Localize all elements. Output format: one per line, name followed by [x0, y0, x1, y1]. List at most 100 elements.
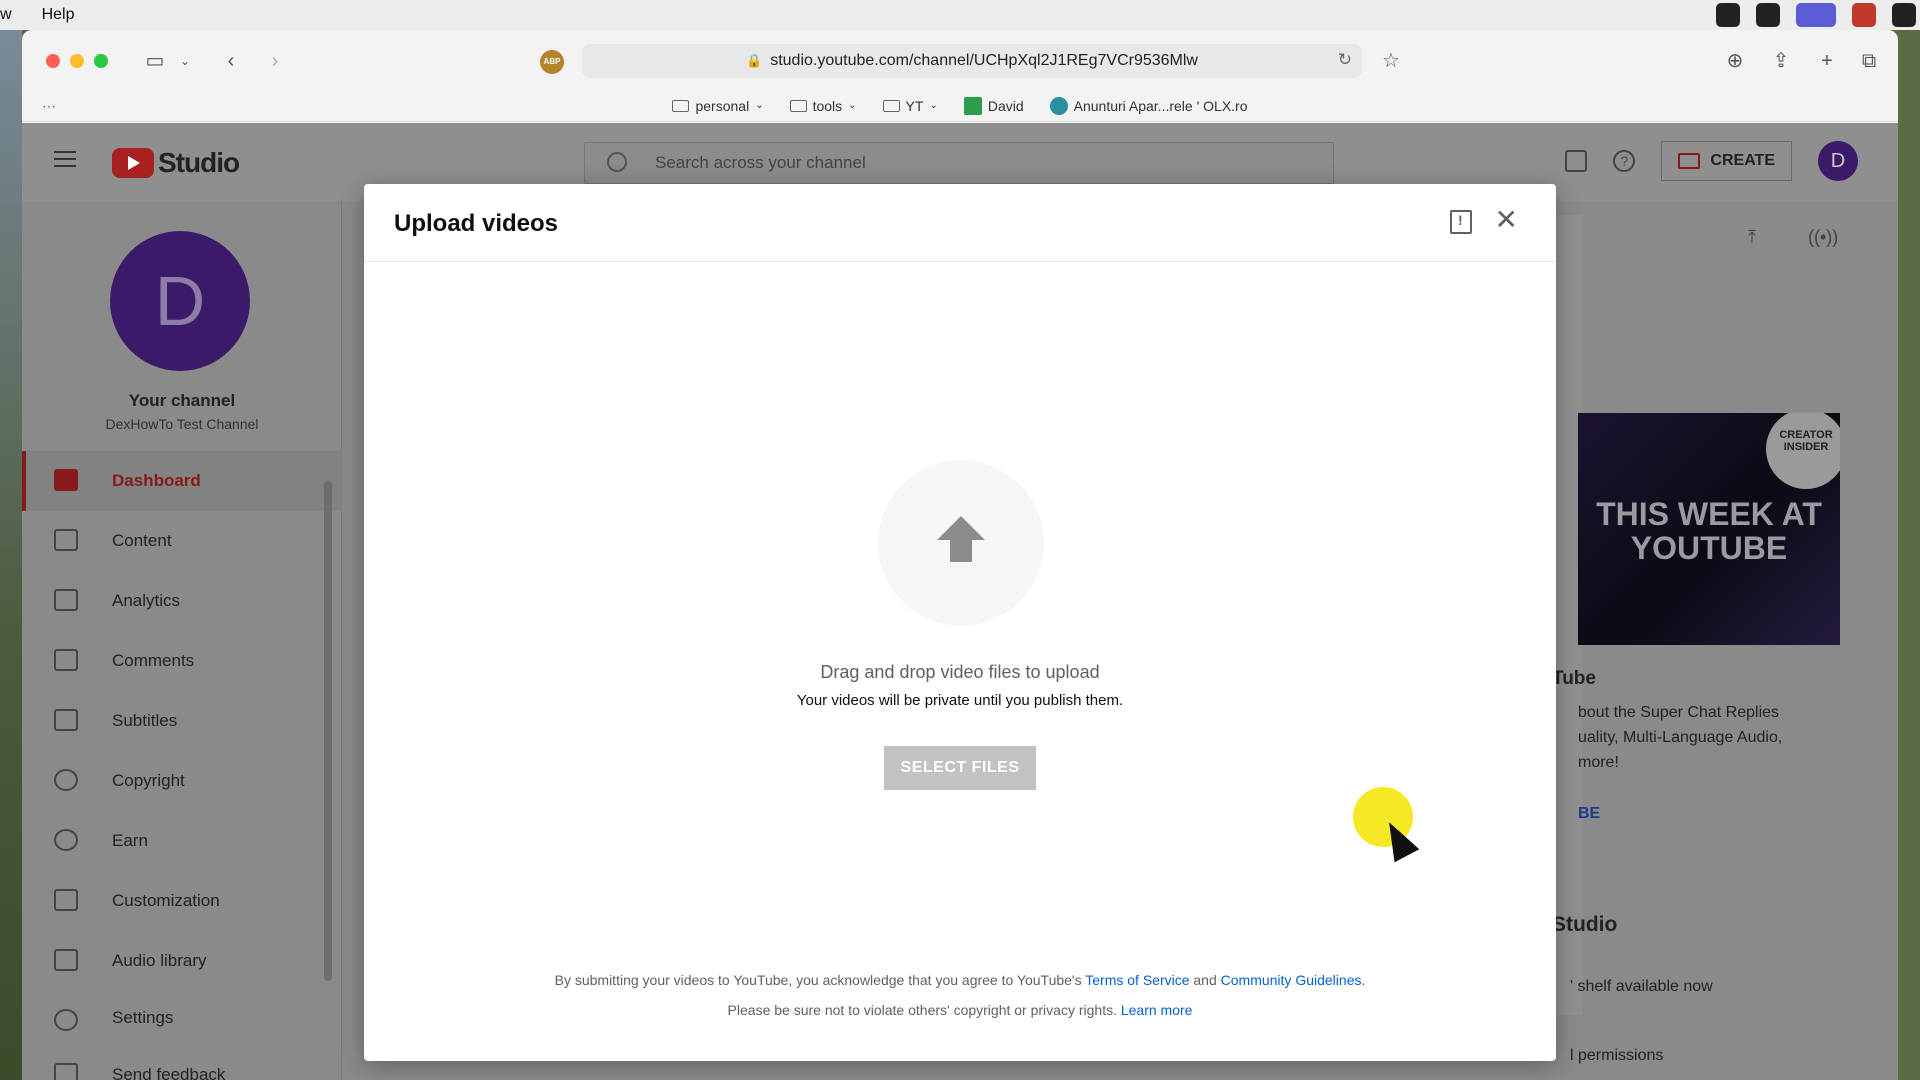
tray-record-icon[interactable]	[1852, 3, 1876, 27]
dialog-title: Upload videos	[394, 210, 559, 237]
upload-arrow-stem	[950, 540, 972, 562]
upload-videos-dialog: Upload videos ✕ Drag and drop video file…	[364, 184, 1556, 1061]
address-bar[interactable]: 🔒 studio.youtube.com/channel/UCHpXql2J1R…	[582, 44, 1362, 78]
new-tab-icon[interactable]: +	[1814, 48, 1840, 74]
creator-insider-badge: CREATOR INSIDER	[1766, 413, 1840, 489]
search-icon	[607, 152, 627, 172]
channel-name: DexHowTo Test Channel	[105, 416, 259, 432]
share-icon[interactable]: ⇪	[1768, 48, 1794, 74]
browser-toolbar: ▭ ⌄ ‹ › ABP 🔒 studio.youtube.com/channel…	[22, 30, 1898, 90]
create-video-icon	[1678, 153, 1701, 169]
dialog-header: Upload videos ✕	[364, 184, 1556, 262]
copyright-notice: Please be sure not to violate others' co…	[727, 1002, 1193, 1018]
comments-icon	[54, 649, 78, 671]
close-window-button[interactable]	[46, 54, 60, 68]
your-channel-label: Your channel	[128, 391, 236, 410]
sidebar-item-analytics[interactable]: Analytics	[22, 571, 342, 631]
forward-icon[interactable]: ›	[262, 48, 288, 74]
apps-grid-icon[interactable]: ⋯	[42, 98, 56, 115]
card-text-2: uality, Multi-Language Audio,	[1578, 729, 1783, 746]
content-icon	[54, 529, 78, 551]
downloads-icon[interactable]: ⊕	[1722, 48, 1748, 74]
sidebar-item-send-feedback[interactable]: Send feedback	[22, 1045, 342, 1080]
chevron-down-icon[interactable]: ⌄	[172, 48, 198, 74]
sidebar-item-audio-library[interactable]: Audio library	[22, 931, 342, 991]
spreadsheet-icon	[963, 96, 982, 115]
channel-avatar[interactable]: D	[110, 231, 250, 371]
close-icon[interactable]: ✕	[1495, 206, 1518, 234]
sidebar-item-copyright[interactable]: Copyright	[22, 751, 342, 811]
chevron-down-icon: ⌄	[755, 100, 764, 111]
bookmark-folder-tools[interactable]: tools ⌄	[789, 98, 857, 114]
bookmark-star-icon[interactable]: ☆	[1378, 48, 1404, 74]
help-icon[interactable]: ?	[1613, 150, 1636, 172]
dashboard-icon	[54, 469, 78, 491]
sidebar-item-customization[interactable]: Customization	[22, 871, 342, 931]
messages-icon[interactable]	[1565, 150, 1588, 172]
menu-item-help[interactable]: Help	[42, 6, 75, 24]
sidebar-item-dashboard[interactable]: Dashboard	[22, 451, 342, 511]
account-avatar[interactable]: D	[1818, 141, 1858, 181]
mac-menubar: w Help	[0, 0, 1920, 30]
sidebar-item-content[interactable]: Content	[22, 511, 342, 571]
select-files-button[interactable]: SELECT FILES	[884, 746, 1036, 790]
lock-icon: 🔒	[746, 53, 763, 68]
card-text-3: more!	[1578, 754, 1619, 771]
creator-insider-thumbnail[interactable]: CREATOR INSIDER THIS WEEK AT YOUTUBE	[1578, 413, 1840, 645]
window-controls	[46, 54, 108, 68]
community-guidelines-link[interactable]: Community Guidelines	[1221, 972, 1362, 988]
menu-item-window[interactable]: w	[0, 6, 12, 24]
sidebar-nav: Dashboard Content Analytics Comments Sub…	[22, 451, 342, 1080]
feedback-icon[interactable]	[1450, 210, 1472, 234]
learn-more-link[interactable]: Learn more	[1121, 1002, 1193, 1018]
dollar-icon	[54, 829, 78, 851]
sidebar-toggle-icon[interactable]: ▭	[142, 48, 168, 74]
upload-drop-zone[interactable]	[878, 460, 1044, 626]
tray-app-icon[interactable]	[1716, 3, 1740, 27]
copyright-icon	[54, 769, 78, 791]
card-title: Tube	[1552, 668, 1596, 689]
minimize-window-button[interactable]	[70, 54, 84, 68]
live-icon[interactable]: ((•))	[1808, 227, 1838, 248]
private-notice: Your videos will be private until you pu…	[796, 692, 1124, 709]
sidebar-scrollbar[interactable]	[324, 481, 332, 981]
sidebar-item-comments[interactable]: Comments	[22, 631, 342, 691]
audio-library-icon	[54, 949, 78, 971]
sidebar-item-settings[interactable]: Settings	[22, 991, 342, 1045]
sidebar-item-earn[interactable]: Earn	[22, 811, 342, 871]
card-link[interactable]: BE	[1578, 805, 1600, 823]
folder-icon	[672, 99, 690, 112]
menubar-tray	[1716, 3, 1916, 27]
terms-of-service-link[interactable]: Terms of Service	[1085, 972, 1189, 988]
tray-screen-icon[interactable]	[1796, 3, 1836, 27]
folder-icon	[882, 99, 900, 112]
tray-vpn-icon[interactable]	[1756, 3, 1780, 27]
menu-icon[interactable]	[54, 151, 76, 167]
bookmark-david[interactable]: David	[963, 96, 1024, 115]
bookmarks-bar: ⋯ personal ⌄ tools ⌄ YT ⌄ David Anunturi Ap…	[22, 90, 1898, 122]
folder-icon	[789, 99, 807, 112]
search-placeholder: Search across your channel	[655, 153, 866, 172]
shelf-news-text: ' shelf available now	[1570, 978, 1713, 995]
reload-icon[interactable]: ↻	[1338, 50, 1352, 70]
adblock-icon[interactable]: ABP	[540, 50, 564, 74]
tab-overview-icon[interactable]: ⧉	[1856, 48, 1882, 74]
studio-logo[interactable]: Studio	[112, 147, 240, 179]
feedback-icon	[54, 1063, 78, 1080]
chevron-down-icon: ⌄	[929, 100, 938, 111]
permissions-news-text: l permissions	[1570, 1047, 1664, 1064]
bookmark-olx[interactable]: Anunturi Apar...rele ' OLX.ro	[1049, 96, 1248, 115]
thumbnail-title: THIS WEEK AT YOUTUBE	[1596, 496, 1822, 566]
channel-search-input[interactable]: Search across your channel	[584, 142, 1334, 184]
bookmark-folder-yt[interactable]: YT ⌄	[882, 98, 938, 114]
upload-icon[interactable]: ⤒	[1748, 227, 1756, 248]
desktop-wallpaper	[0, 30, 22, 1080]
back-icon[interactable]: ‹	[218, 48, 244, 74]
zoom-window-button[interactable]	[94, 54, 108, 68]
tray-drive-icon[interactable]	[1892, 3, 1916, 27]
gear-icon	[54, 1009, 78, 1031]
sidebar-item-subtitles[interactable]: Subtitles	[22, 691, 342, 751]
upload-arrow-icon	[937, 516, 985, 540]
bookmark-folder-personal[interactable]: personal ⌄	[672, 98, 764, 114]
create-button[interactable]: CREATE	[1661, 141, 1792, 181]
